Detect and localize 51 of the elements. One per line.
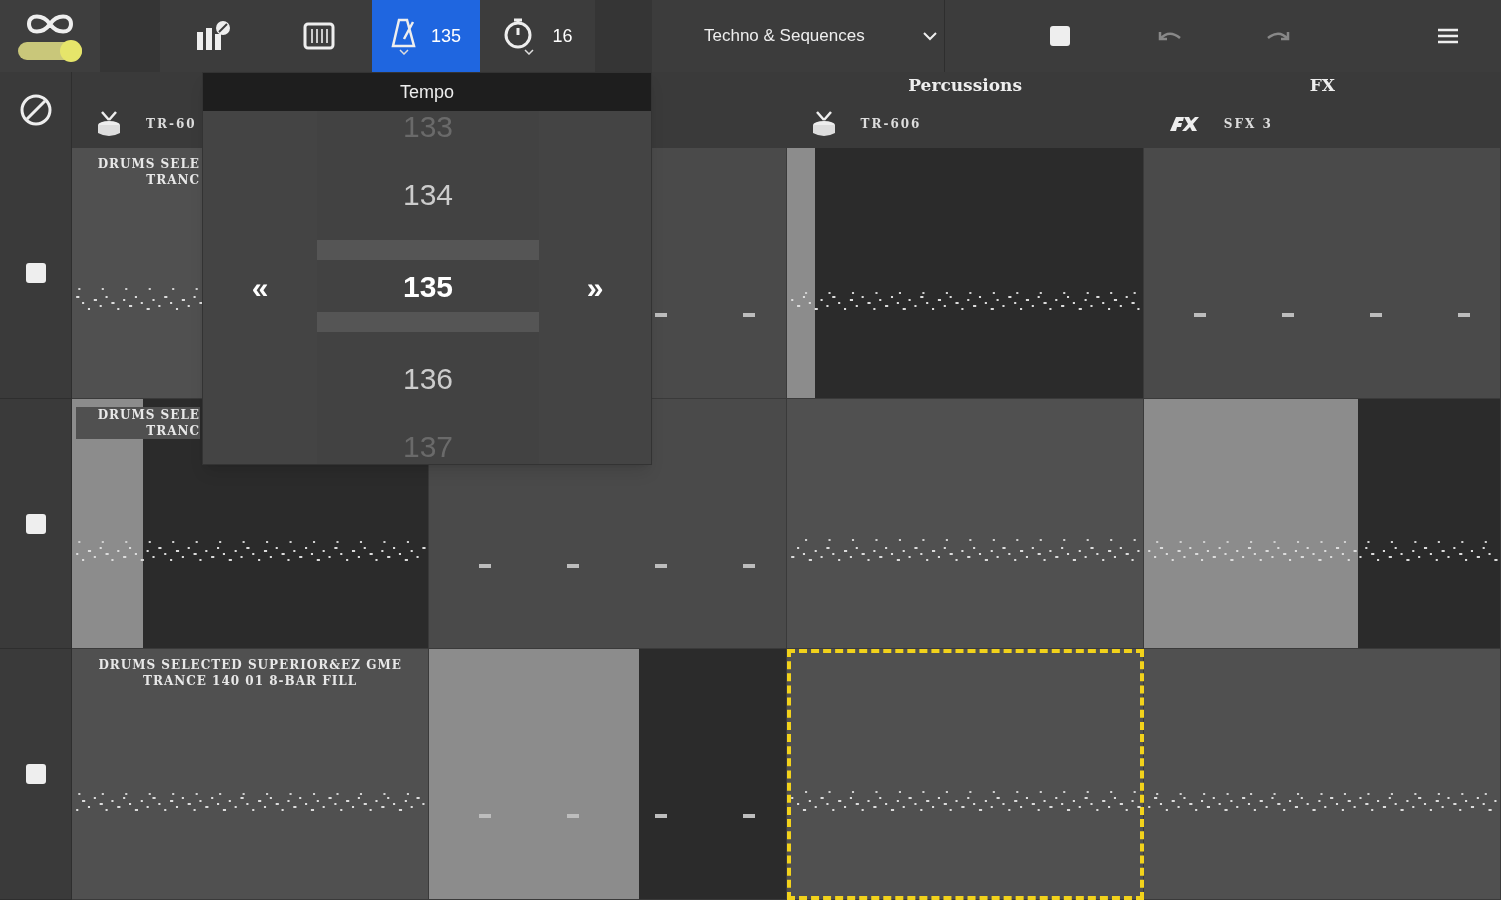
slot-mark — [479, 563, 492, 568]
slot-mark — [655, 814, 668, 819]
tempo-button[interactable]: 135 — [372, 0, 480, 72]
instrument-name: TR-60 — [146, 116, 197, 133]
group-title: FX — [1309, 74, 1335, 98]
instrument-name: TR-606 — [860, 116, 922, 133]
menu-icon — [1437, 27, 1459, 45]
slot-mark — [743, 814, 756, 819]
slot-mark — [1193, 313, 1206, 317]
clip-slot[interactable] — [1143, 398, 1501, 650]
instrument-name: SFX 3 — [1223, 116, 1273, 133]
slot-mark — [479, 814, 492, 819]
increase-button[interactable]: » — [578, 265, 612, 310]
slot-mark — [567, 563, 580, 568]
clip-slot[interactable] — [1143, 649, 1501, 900]
stop-row-button[interactable] — [25, 513, 46, 534]
tempo-value[interactable]: 135 — [317, 240, 539, 332]
mixer-icon — [194, 20, 231, 52]
clip-slot[interactable] — [786, 649, 1144, 900]
drum-icon — [810, 110, 837, 138]
prohibited-icon — [18, 93, 53, 127]
undo-icon — [1157, 29, 1183, 43]
fx-icon — [1167, 115, 1200, 133]
loop-icon — [25, 12, 75, 36]
popup-title: Tempo — [203, 73, 651, 111]
grid-icon — [302, 22, 335, 50]
tempo-value[interactable]: 134 — [317, 148, 539, 240]
clip-slot[interactable] — [786, 398, 1144, 650]
group-title: Percussions — [908, 74, 1022, 98]
slot-mark — [743, 563, 756, 568]
slot-mark — [1369, 313, 1382, 317]
slot-mark — [1458, 313, 1470, 317]
stop-row-button[interactable] — [25, 262, 46, 283]
slot-mark — [655, 313, 668, 317]
stop-row-button[interactable] — [25, 764, 46, 785]
clip-slot[interactable]: DRUMS SELECTED SUPERIOR&EZ GME TRANCE 140 01 8-BAR FILL — [72, 649, 430, 900]
clip-title: DRUMS SELECTED SUPERIOR&EZ GME TRANCE 140 01 8-BAR FILL — [97, 657, 403, 690]
chevron-down-icon — [398, 49, 409, 55]
clip-title: DRUMS SELE TRANC — [76, 406, 200, 439]
chevron-down-icon — [922, 31, 938, 41]
decrease-button[interactable]: « — [243, 265, 277, 310]
metronome-icon — [390, 17, 417, 49]
stop-icon — [1050, 26, 1070, 46]
slot-mark — [743, 313, 756, 317]
slot-mark — [567, 814, 580, 819]
drum-icon — [96, 110, 122, 138]
slot-mark — [655, 563, 668, 568]
slot-mark — [1281, 313, 1294, 317]
loop-toggle[interactable] — [18, 42, 82, 60]
chevron-down-icon — [524, 49, 535, 55]
timer-button[interactable]: 16 — [480, 0, 595, 72]
